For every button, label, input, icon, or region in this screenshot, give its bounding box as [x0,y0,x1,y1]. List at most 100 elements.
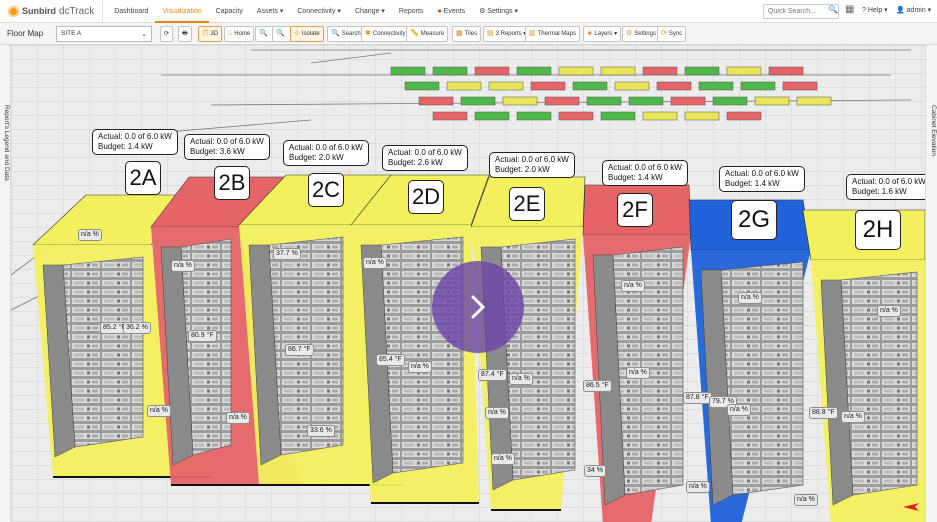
gear-icon: ⚙ [626,30,633,37]
sensor-reading[interactable]: 34 % [584,465,606,477]
nav-settings[interactable]: ⚙ Settings ▾ [472,0,525,23]
sensor-reading[interactable]: 87.8 °F [683,392,712,404]
cabinet-name-tag[interactable]: 2G [731,200,777,240]
zoom-out-button[interactable]: 🔍 [272,26,291,42]
reports-button[interactable]: ▤ 3 Reports ▾ [483,26,531,42]
cabinet-name-tag[interactable]: 2A [125,161,161,195]
toolbar-button-label: Sync [668,31,683,37]
floor-tile [600,111,636,121]
sensor-reading[interactable]: 86.7 °F [285,344,314,356]
sensor-reading[interactable]: n/a % [626,367,650,379]
actual-power: Actual: 0.0 of 6.0 kW [852,177,925,186]
layers-icon: ◈ [587,30,593,37]
nav-events[interactable]: ● Events [430,0,472,23]
cabinet-name-tag[interactable]: 2F [617,193,653,227]
print-button[interactable]: 🖶 [178,26,192,42]
home-button[interactable]: ⌂ Home [224,26,255,42]
sensor-reading[interactable]: n/a % [738,292,762,304]
help-menu[interactable]: ? Help ▾ [862,6,888,14]
measure-button[interactable]: 📏 Measure [406,26,449,42]
sensor-reading[interactable]: 88.8 °F [809,407,838,419]
sensor-reading[interactable]: n/a % [363,257,387,269]
brand-name: Sunbird [22,6,56,16]
sunbird-logo[interactable]: Sunbird dcTrack [0,0,104,23]
tiles-button[interactable]: ▦ Tiles [452,26,482,42]
nav-dashboard[interactable]: Dashboard [107,0,155,23]
sensor-reading[interactable]: 36.2 % [123,322,151,334]
sensor-reading[interactable]: n/a % [621,280,645,292]
chevron-down-icon: ⌄ [141,31,147,38]
sync-button[interactable]: ⟳ Sync [657,26,687,42]
floor-tile [782,81,818,91]
layers-button[interactable]: ◈ Layers ▾ [583,26,622,42]
sensor-reading[interactable]: 33.6 % [307,425,335,437]
cabinet-name-tag[interactable]: 2H [855,210,901,250]
floor-map-toolbar: Floor Map SITE A ⌄ ⟳ 🖶 🗊 3D ⌂ Home 🔍 🔍 ⊹ Isolat… [0,23,937,45]
nav-assets[interactable]: Assets ▾ [250,0,290,23]
nav-reports[interactable]: Reports [392,0,431,23]
budget-power: Budget: 2.0 kW [289,153,344,162]
zoom-out-icon: 🔍 [276,30,285,37]
zoom-in-button[interactable]: 🔍 [255,26,274,42]
thermal-maps-button[interactable]: ▥ Thermal Maps [525,26,580,42]
nav-change[interactable]: Change ▾ [348,0,392,23]
sensor-reading[interactable]: 80.9 °F [188,330,217,342]
sensor-reading[interactable]: n/a % [147,405,171,417]
sensor-reading[interactable]: n/a % [794,494,818,506]
floor-tile [754,96,790,106]
toolbar-button-label: Connectivity [372,31,406,37]
floor-tile [502,96,538,106]
sensor-reading[interactable]: n/a % [78,229,102,241]
sensor-reading[interactable]: 85.4 °F [376,354,405,366]
connectivity-button[interactable]: ✱ Connectivity [361,26,410,42]
user-menu[interactable]: 👤 admin ▾ [896,6,931,14]
isolate-button[interactable]: ⊹ Isolate [290,26,324,42]
sensor-reading[interactable]: 37.7 % [273,248,301,260]
refresh-button[interactable]: ⟳ [160,26,174,42]
play-video-button[interactable] [432,261,524,353]
sensor-reading[interactable]: n/a % [485,407,509,419]
nav-connectivity[interactable]: Connectivity ▾ [290,0,348,23]
cube-icon: 🗊 [202,30,209,37]
floor-tile [768,66,804,76]
sensor-reading[interactable]: n/a % [171,260,195,272]
floor-map-3d-view[interactable]: Actual: 0.0 of 6.0 kW Budget: 1.4 kW 2A Act… [11,45,925,522]
search-button[interactable]: 🔍 Search [327,26,365,42]
cabinet-elevation-toggle[interactable]: Cabinet Elevation [925,45,937,522]
site-select[interactable]: SITE A ⌄ [56,26,152,42]
legend-panel-toggle[interactable]: Report's Legend and Data [0,45,11,522]
sensor-reading[interactable]: 87.4 °F [478,369,507,381]
reports-icon: ▤ [487,30,494,37]
floor-tile [586,96,622,106]
cabinet-name-tag[interactable]: 2C [308,173,344,207]
sensor-reading[interactable]: n/a % [509,373,533,385]
calendar-icon[interactable]: ▦ [845,4,854,15]
nav-events-label: Events [443,7,466,15]
sensor-reading[interactable]: n/a % [408,361,432,373]
alert-icon: ● [437,7,442,15]
floor-tile [474,66,510,76]
compass-arrow-icon [903,503,919,511]
nav-visualization[interactable]: Visualization [155,0,209,23]
3d-view-button[interactable]: 🗊 3D [198,26,223,42]
cabinet-power-info: Actual: 0.0 of 6.0 kW Budget: 2.6 kW [382,145,468,171]
sensor-reading[interactable]: n/a % [686,481,710,493]
cabinet-name-tag[interactable]: 2D [408,180,444,214]
floor-tile [572,81,608,91]
budget-power: Budget: 1.6 kW [852,187,907,196]
nav-capacity[interactable]: Capacity [209,0,250,23]
actual-power: Actual: 0.0 of 6.0 kW [190,137,264,146]
floor-tile [656,81,692,91]
sensor-reading[interactable]: n/a % [841,411,865,423]
floor-tile [628,96,664,106]
sensor-reading[interactable]: n/a % [727,404,751,416]
sensor-reading[interactable]: 86.5 °F [583,380,612,392]
sensor-reading[interactable]: n/a % [491,453,515,465]
sensor-reading[interactable]: n/a % [226,412,250,424]
cabinet-name-tag[interactable]: 2B [214,166,250,200]
sensor-reading[interactable]: n/a % [877,305,901,317]
settings-button[interactable]: ⚙ Settings [622,26,660,42]
cabinet-name-tag[interactable]: 2E [509,187,545,221]
search-icon[interactable]: 🔍 [828,5,838,14]
floor-tile [670,96,706,106]
